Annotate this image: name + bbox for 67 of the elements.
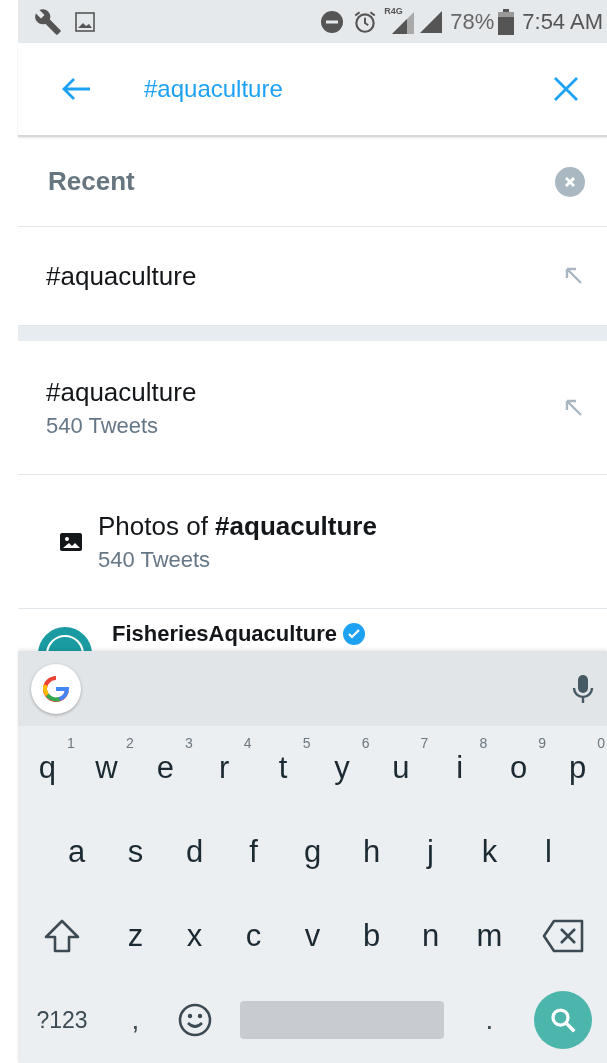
- keyboard-key[interactable]: p 0: [548, 726, 607, 810]
- suggestion-title: Photos of #aquaculture: [98, 509, 377, 543]
- keyboard-key[interactable]: ,: [106, 978, 165, 1062]
- keyboard-key[interactable]: o 9: [489, 726, 549, 810]
- keyboard-key[interactable]: l: [519, 810, 578, 894]
- photos-suggestion[interactable]: Photos of #aquaculture 540 Tweets: [18, 475, 607, 609]
- key-hint: 9: [538, 736, 547, 750]
- keyboard-key[interactable]: u 7: [371, 726, 431, 810]
- keyboard-key[interactable]: g: [283, 810, 342, 894]
- key-hint: 0: [597, 736, 606, 750]
- keyboard-key[interactable]: x: [165, 894, 224, 978]
- keyboard-key[interactable]: k: [460, 810, 519, 894]
- battery-icon: [498, 8, 515, 35]
- keyboard-key[interactable]: e 3: [135, 726, 195, 810]
- keyboard-key[interactable]: j: [401, 810, 460, 894]
- image-icon: [60, 532, 82, 551]
- key-hint: 2: [126, 736, 134, 750]
- tweet-count: 540 Tweets: [46, 411, 160, 440]
- keyboard-key[interactable]: v: [283, 894, 342, 978]
- signal-icon: [420, 10, 443, 33]
- smiley-icon: [177, 1003, 212, 1037]
- google-logo[interactable]: [31, 663, 81, 714]
- keyboard-key[interactable]: i 8: [430, 726, 490, 810]
- wrench-icon: [34, 7, 62, 36]
- keyboard-key[interactable]: y 6: [312, 726, 372, 810]
- tweet-count: 540 Tweets: [98, 545, 212, 574]
- symbols-key[interactable]: ?123: [18, 978, 106, 1062]
- keyboard-key[interactable]: z: [106, 894, 165, 978]
- search-icon: [548, 1005, 578, 1035]
- key-hint: 7: [420, 736, 429, 750]
- key-hint: 1: [67, 736, 75, 750]
- key-hint: 3: [184, 736, 193, 750]
- keyboard-key[interactable]: q 1: [18, 726, 77, 810]
- suggestion-title: #aquaculture: [46, 375, 198, 409]
- keyboard-key[interactable]: w 2: [76, 726, 136, 810]
- battery-percentage: 78%: [450, 8, 495, 36]
- keyboard-key[interactable]: f: [224, 810, 283, 894]
- key-hint: 6: [361, 736, 370, 750]
- hashtag-suggestion[interactable]: #aquaculture 540 Tweets: [18, 341, 607, 475]
- keyboard-key[interactable]: t 5: [253, 726, 313, 810]
- image-icon: [74, 10, 96, 33]
- keyboard-key[interactable]: a: [47, 810, 106, 894]
- close-icon[interactable]: [553, 76, 579, 102]
- keyboard-key[interactable]: n: [401, 894, 460, 978]
- keyboard-key[interactable]: h: [342, 810, 401, 894]
- shift-icon: [43, 918, 81, 954]
- keyboard-key[interactable]: s: [106, 810, 165, 894]
- key-hint: 8: [479, 736, 488, 750]
- keyboard-key[interactable]: c: [224, 894, 283, 978]
- clear-icon[interactable]: [555, 166, 585, 197]
- network-label: R4G: [384, 6, 403, 16]
- keyboard-key[interactable]: m: [460, 894, 519, 978]
- keyboard-key[interactable]: d: [165, 810, 224, 894]
- do-not-disturb-icon: [320, 9, 345, 34]
- key-hint: 4: [243, 736, 252, 750]
- account-name: FisheriesAquaculture: [112, 621, 337, 647]
- key-hint: 5: [302, 736, 311, 750]
- clock: 7:54 AM: [522, 8, 603, 36]
- recent-heading: Recent: [48, 165, 136, 198]
- keyboard-key[interactable]: r 4: [194, 726, 254, 810]
- back-arrow-icon[interactable]: [62, 77, 92, 101]
- search-key[interactable]: [534, 991, 592, 1049]
- backspace-icon: [542, 919, 584, 953]
- keyboard-key[interactable]: b: [342, 894, 401, 978]
- recent-search-text: #aquaculture: [46, 259, 198, 293]
- microphone-icon[interactable]: [571, 673, 595, 704]
- keyboard-key[interactable]: .: [460, 978, 519, 1062]
